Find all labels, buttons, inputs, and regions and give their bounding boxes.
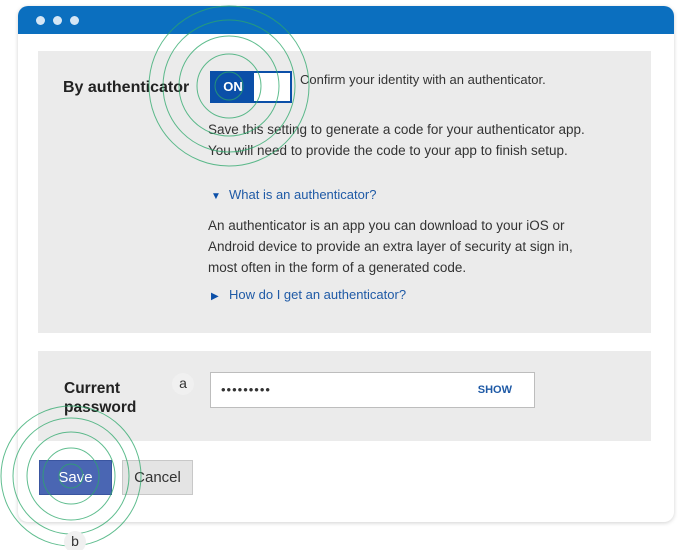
annotation-marker-b: b: [64, 531, 86, 550]
triangle-down-icon: ▼: [211, 191, 221, 202]
how-to-get-authenticator-label: How do I get an authenticator?: [229, 287, 407, 302]
cancel-button[interactable]: Cancel: [122, 460, 193, 495]
authenticator-label: By authenticator: [63, 79, 190, 96]
what-is-authenticator-label: What is an authenticator?: [229, 187, 377, 202]
authenticator-toggle[interactable]: ON: [210, 71, 292, 103]
what-is-authenticator-link[interactable]: ▼ What is an authenticator?: [211, 187, 376, 202]
authenticator-section: By authenticator ON Confirm your identit…: [38, 51, 651, 333]
password-value: •••••••••: [221, 382, 271, 397]
authenticator-explanation: An authenticator is an app you can downl…: [208, 218, 573, 275]
save-button[interactable]: Save: [39, 460, 112, 495]
how-to-get-authenticator-link[interactable]: ▶ How do I get an authenticator?: [211, 287, 406, 302]
triangle-right-icon: ▶: [211, 291, 219, 302]
annotation-marker-a: a: [172, 373, 194, 395]
current-password-label: Current password: [64, 380, 137, 416]
window-dot-icon: [53, 16, 62, 25]
authenticator-description: Confirm your identity with an authentica…: [300, 72, 546, 87]
toggle-state-label: ON: [212, 73, 254, 101]
current-password-input[interactable]: ••••••••• SHOW: [210, 372, 535, 408]
window-dot-icon: [70, 16, 79, 25]
screenshot-stage: By authenticator ON Confirm your identit…: [0, 0, 680, 550]
current-password-section: Current password ••••••••• SHOW: [38, 351, 651, 441]
settings-window: By authenticator ON Confirm your identit…: [18, 6, 674, 522]
save-note: Save this setting to generate a code for…: [208, 122, 585, 158]
window-titlebar: [18, 6, 674, 34]
window-dot-icon: [36, 16, 45, 25]
show-password-button[interactable]: SHOW: [478, 384, 512, 396]
